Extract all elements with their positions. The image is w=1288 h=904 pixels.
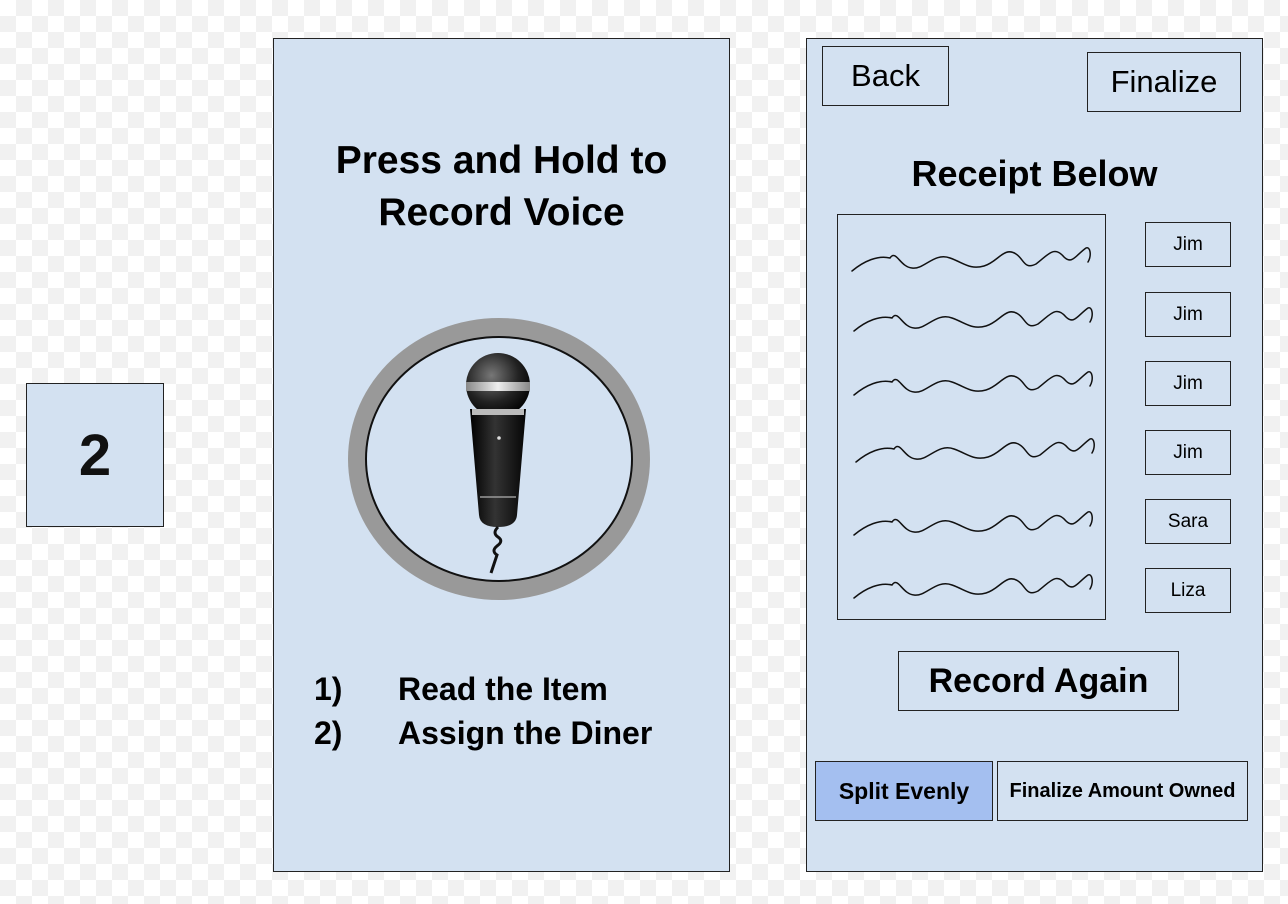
record-voice-screen: Press and Hold to Record Voice 1) Read t…	[273, 38, 730, 872]
instruction-item: 1) Read the Item	[314, 667, 652, 711]
instructions-list: 1) Read the Item 2) Assign the Diner	[314, 667, 652, 755]
receipt-line-scribble	[853, 306, 1093, 332]
finalize-amount-owned-button[interactable]: Finalize Amount Owned	[997, 761, 1248, 821]
press-hold-record-button[interactable]	[347, 317, 651, 601]
diner-assignment-button[interactable]: Sara	[1145, 499, 1231, 544]
diner-assignment-button[interactable]: Liza	[1145, 568, 1231, 613]
receipt-line-scribble	[853, 573, 1093, 599]
record-title-line1: Press and Hold to	[335, 139, 668, 182]
receipt-line-scribble	[853, 370, 1093, 396]
receipt-heading: Receipt Below	[911, 153, 1158, 194]
instruction-number: 1)	[314, 670, 343, 707]
diner-assignment-button[interactable]: Jim	[1145, 361, 1231, 406]
receipt-screen: Back Finalize Receipt Below Jim Jim Jim …	[806, 38, 1263, 872]
diner-assignment-button[interactable]: Jim	[1145, 292, 1231, 337]
step-number: 2	[78, 422, 112, 488]
instruction-number: 2)	[314, 714, 343, 751]
record-again-button[interactable]: Record Again	[898, 651, 1179, 711]
instruction-text: Assign the Diner	[398, 714, 653, 751]
back-button[interactable]: Back	[822, 46, 949, 106]
finalize-button[interactable]: Finalize	[1087, 52, 1241, 112]
split-evenly-button[interactable]: Split Evenly	[815, 761, 993, 821]
receipt-line-scribble	[855, 437, 1095, 463]
record-title-line2: Record Voice	[378, 191, 625, 234]
record-title: Press and Hold to Record Voice	[274, 135, 729, 239]
instruction-item: 2) Assign the Diner	[314, 711, 652, 755]
receipt-line-scribble	[851, 246, 1091, 272]
instruction-text: Read the Item	[398, 670, 608, 707]
receipt-image	[837, 214, 1106, 620]
step-number-badge: 2	[26, 383, 164, 527]
diner-assignment-button[interactable]: Jim	[1145, 430, 1231, 475]
receipt-line-scribble	[853, 510, 1093, 536]
diner-assignment-button[interactable]: Jim	[1145, 222, 1231, 267]
microphone-icon	[348, 318, 650, 600]
